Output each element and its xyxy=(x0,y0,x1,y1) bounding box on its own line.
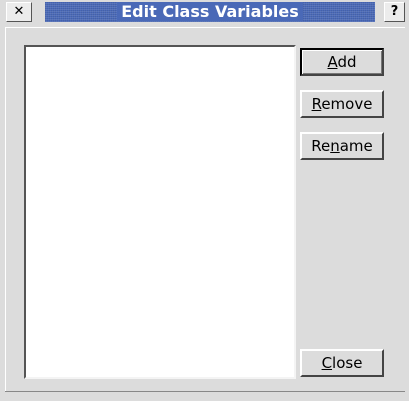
close-button-label: lose xyxy=(332,354,363,372)
rename-button-prefix: Re xyxy=(311,137,331,155)
dialog-window: ✕ Edit Class Variables ? Add Remove Rena… xyxy=(0,0,409,401)
close-button[interactable]: Close xyxy=(300,349,384,377)
class-variables-list[interactable] xyxy=(24,45,296,379)
add-button-label: dd xyxy=(337,53,357,71)
title-bar[interactable]: ✕ Edit Class Variables ? xyxy=(5,2,405,24)
remove-button-mnemonic: R xyxy=(311,95,322,113)
window-title-container: Edit Class Variables xyxy=(45,2,375,22)
close-icon[interactable]: ✕ xyxy=(6,2,32,22)
title-bar-fill[interactable]: Edit Class Variables xyxy=(45,2,375,22)
close-button-mnemonic: C xyxy=(321,354,333,372)
window-title: Edit Class Variables xyxy=(117,2,303,21)
rename-button[interactable]: Rename xyxy=(300,132,384,160)
remove-button[interactable]: Remove xyxy=(300,90,384,118)
add-button-mnemonic: A xyxy=(327,53,338,71)
rename-button-mnemonic: n xyxy=(330,137,340,155)
add-button[interactable]: Add xyxy=(300,48,384,76)
help-icon[interactable]: ? xyxy=(384,2,405,22)
remove-button-label: emove xyxy=(321,95,373,113)
status-strip xyxy=(5,391,405,401)
rename-button-label: ame xyxy=(339,137,373,155)
window-frame-right xyxy=(405,0,409,401)
